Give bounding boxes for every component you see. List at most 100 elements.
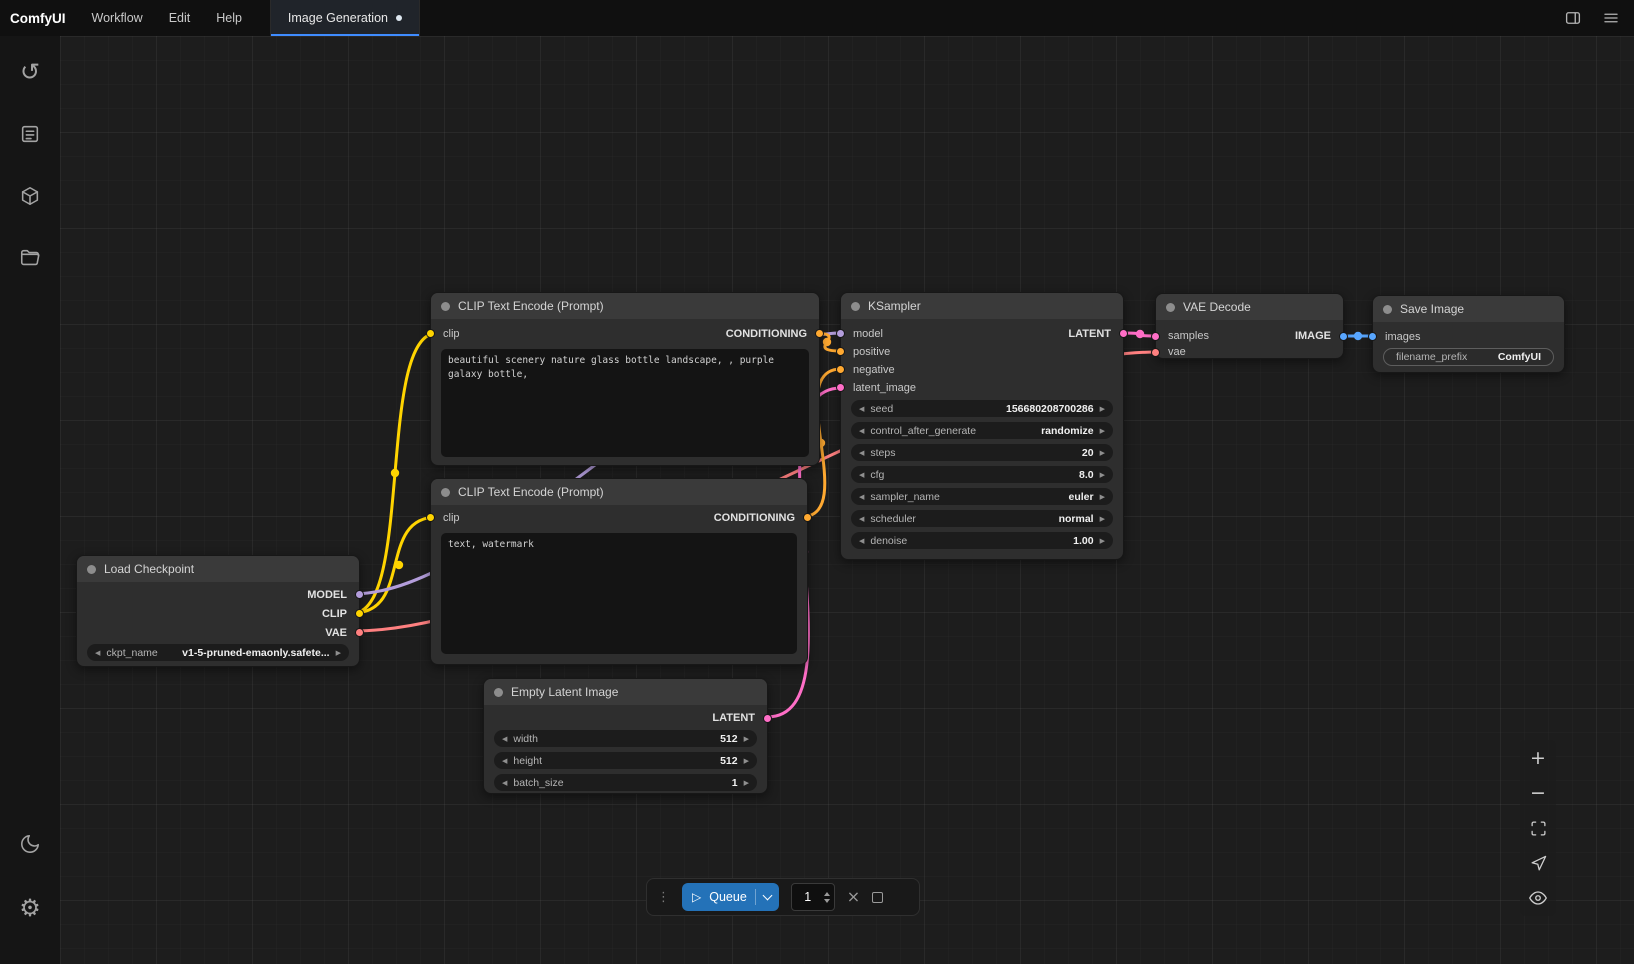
decrement-icon[interactable]	[502, 779, 507, 787]
prev-value-icon[interactable]	[859, 515, 864, 523]
menu-help[interactable]: Help	[216, 11, 242, 25]
decrement-icon[interactable]	[824, 899, 830, 903]
node-clip-text-encode-negative[interactable]: CLIP Text Encode (Prompt) clip CONDITION…	[430, 478, 808, 665]
queue-button[interactable]: ▷ Queue	[682, 883, 779, 911]
latent-image-input-port[interactable]	[836, 383, 845, 392]
latent-output-port[interactable]	[763, 714, 772, 723]
next-value-icon[interactable]	[1100, 427, 1105, 435]
node-header[interactable]: CLIP Text Encode (Prompt)	[431, 293, 819, 319]
image-output-port[interactable]	[1339, 332, 1348, 341]
workflows-folder-icon[interactable]	[8, 236, 52, 280]
toggle-link-visibility-button[interactable]	[1522, 882, 1554, 914]
prev-value-icon[interactable]	[859, 427, 864, 435]
collapse-dot-icon[interactable]	[441, 488, 450, 497]
latent-output-port[interactable]	[1119, 329, 1128, 338]
next-value-icon[interactable]	[336, 649, 341, 657]
next-value-icon[interactable]	[1100, 515, 1105, 523]
clear-queue-icon[interactable]: ×	[847, 889, 860, 905]
model-output-port[interactable]	[355, 590, 364, 599]
collapse-dot-icon[interactable]	[441, 302, 450, 311]
decrement-icon[interactable]	[859, 537, 864, 545]
model-library-icon[interactable]	[8, 174, 52, 218]
images-input-port[interactable]	[1368, 332, 1377, 341]
stop-icon[interactable]	[872, 892, 883, 903]
decrement-icon[interactable]	[859, 471, 864, 479]
count-steppers[interactable]	[824, 892, 830, 903]
collapse-dot-icon[interactable]	[87, 565, 96, 574]
decrement-icon[interactable]	[859, 449, 864, 457]
increment-icon[interactable]	[1100, 449, 1105, 457]
prev-value-icon[interactable]	[859, 493, 864, 501]
decrement-icon[interactable]	[859, 405, 864, 413]
menu-workflow[interactable]: Workflow	[92, 11, 143, 25]
node-header[interactable]: CLIP Text Encode (Prompt)	[431, 479, 807, 505]
model-input-port[interactable]	[836, 329, 845, 338]
seed-widget[interactable]: seed 156680208700286	[851, 400, 1113, 417]
collapse-dot-icon[interactable]	[1166, 303, 1175, 312]
node-header[interactable]: VAE Decode	[1156, 294, 1343, 320]
toggle-panel-icon[interactable]	[1562, 7, 1584, 29]
scheduler-widget[interactable]: scheduler normal	[851, 510, 1113, 527]
increment-icon[interactable]	[824, 892, 830, 896]
collapse-dot-icon[interactable]	[851, 302, 860, 311]
node-empty-latent-image[interactable]: Empty Latent Image LATENT width 512 heig…	[483, 678, 768, 794]
cfg-widget[interactable]: cfg 8.0	[851, 466, 1113, 483]
collapse-dot-icon[interactable]	[494, 688, 503, 697]
settings-gear-icon[interactable]: ⚙	[8, 886, 52, 930]
negative-input-port[interactable]	[836, 365, 845, 374]
conditioning-output-port[interactable]	[803, 513, 812, 522]
node-load-checkpoint[interactable]: Load Checkpoint MODEL CLIP VAE ckpt_name…	[76, 555, 360, 667]
next-value-icon[interactable]	[1100, 493, 1105, 501]
node-vae-decode[interactable]: VAE Decode samples IMAGE vae	[1155, 293, 1344, 359]
increment-icon[interactable]	[1100, 471, 1105, 479]
ckpt-name-widget[interactable]: ckpt_name v1-5-pruned-emaonly.safete...	[87, 644, 349, 661]
node-save-image[interactable]: Save Image images filename_prefix ComfyU…	[1372, 295, 1565, 373]
height-widget[interactable]: height 512	[494, 752, 757, 769]
fit-view-button[interactable]	[1522, 812, 1554, 844]
node-clip-text-encode-positive[interactable]: CLIP Text Encode (Prompt) clip CONDITION…	[430, 292, 820, 466]
filename-prefix-widget[interactable]: filename_prefix ComfyUI	[1383, 348, 1554, 366]
prev-value-icon[interactable]	[95, 649, 100, 657]
sampler-name-widget[interactable]: sampler_name euler	[851, 488, 1113, 505]
node-graph-canvas[interactable]: CLIP Text Encode (Prompt) clip CONDITION…	[60, 36, 1634, 964]
batch-count-input[interactable]: 1	[791, 883, 835, 911]
zoom-out-button[interactable]: −	[1522, 777, 1554, 809]
select-mode-button[interactable]	[1522, 847, 1554, 879]
batch-size-widget[interactable]: batch_size 1	[494, 774, 757, 791]
samples-input-port[interactable]	[1151, 332, 1160, 341]
node-header[interactable]: KSampler	[841, 293, 1123, 319]
increment-icon[interactable]	[1100, 405, 1105, 413]
vae-input-port[interactable]	[1151, 348, 1160, 357]
vae-output-port[interactable]	[355, 628, 364, 637]
positive-input-port[interactable]	[836, 347, 845, 356]
drag-handle-icon[interactable]: ⋮	[657, 891, 670, 904]
steps-widget[interactable]: steps 20	[851, 444, 1113, 461]
width-widget[interactable]: width 512	[494, 730, 757, 747]
node-header[interactable]: Save Image	[1373, 296, 1564, 322]
negative-prompt-textarea[interactable]: text, watermark	[441, 533, 797, 654]
clip-output-port[interactable]	[355, 609, 364, 618]
hamburger-menu-icon[interactable]	[1600, 7, 1622, 29]
menu-edit[interactable]: Edit	[169, 11, 191, 25]
history-icon[interactable]: ↺	[8, 50, 52, 94]
increment-icon[interactable]	[1100, 537, 1105, 545]
theme-moon-icon[interactable]	[8, 822, 52, 866]
increment-icon[interactable]	[744, 735, 749, 743]
increment-icon[interactable]	[744, 779, 749, 787]
positive-prompt-textarea[interactable]: beautiful scenery nature glass bottle la…	[441, 349, 809, 457]
conditioning-output-port[interactable]	[815, 329, 824, 338]
node-ksampler[interactable]: KSampler model LATENT positive negative …	[840, 292, 1124, 560]
node-header[interactable]: Load Checkpoint	[77, 556, 359, 582]
decrement-icon[interactable]	[502, 757, 507, 765]
zoom-in-button[interactable]: +	[1522, 742, 1554, 774]
tab-image-generation[interactable]: Image Generation	[270, 0, 420, 36]
queue-list-icon[interactable]	[8, 112, 52, 156]
node-header[interactable]: Empty Latent Image	[484, 679, 767, 705]
denoise-widget[interactable]: denoise 1.00	[851, 532, 1113, 549]
decrement-icon[interactable]	[502, 735, 507, 743]
clip-input-port[interactable]	[426, 329, 435, 338]
clip-input-port[interactable]	[426, 513, 435, 522]
collapse-dot-icon[interactable]	[1383, 305, 1392, 314]
increment-icon[interactable]	[744, 757, 749, 765]
chevron-down-icon[interactable]	[762, 890, 772, 900]
